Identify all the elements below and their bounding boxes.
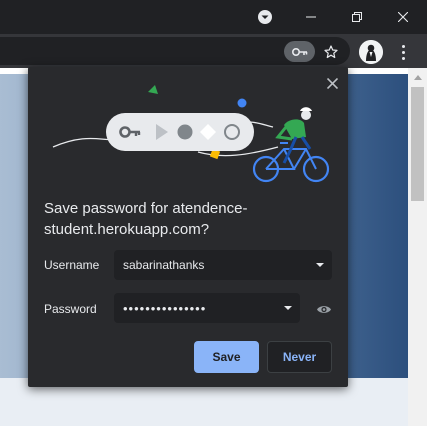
kebab-dot [401,50,405,54]
profile-menu-icon [258,10,272,24]
password-field[interactable]: ••••••••••••••• [114,293,300,323]
profile-menu-button[interactable] [242,0,288,34]
minimize-icon [306,16,316,18]
restore-button[interactable] [334,0,380,34]
never-button[interactable]: Never [267,341,332,373]
star-icon [324,45,338,59]
minimize-button[interactable] [288,0,334,34]
dialog-title: Save password for atendence-student.hero… [44,200,248,238]
password-label: Password [44,302,97,316]
bookmark-star-button[interactable] [320,41,342,63]
eye-icon [317,305,331,313]
username-field[interactable]: sabarinathanks [114,250,332,280]
profile-avatar-icon [359,40,383,64]
close-icon [398,12,408,22]
show-password-button[interactable] [315,302,333,316]
chevron-down-icon [316,263,324,267]
password-key-button[interactable] [284,41,315,62]
window-close-button[interactable] [380,0,426,34]
avatar[interactable] [359,40,383,64]
scroll-up-arrow-icon [413,74,422,80]
kebab-dot [401,44,405,48]
kebab-dot [401,56,405,60]
scroll-thumb[interactable] [411,87,424,201]
chrome-menu-button[interactable] [396,40,410,64]
scroll-up-button[interactable] [408,68,427,85]
password-value: ••••••••••••••• [123,300,207,316]
save-password-dialog: Save password for atendence-student.hero… [28,67,348,387]
page-scrollbar[interactable] [408,68,427,426]
restore-icon [352,12,362,22]
title-bar [0,0,427,34]
username-label: Username [44,258,100,272]
key-icon [291,47,307,56]
username-value: sabarinathanks [123,258,205,272]
save-button[interactable]: Save [194,341,259,373]
chevron-down-icon [284,306,292,310]
password-illustration [52,85,330,183]
